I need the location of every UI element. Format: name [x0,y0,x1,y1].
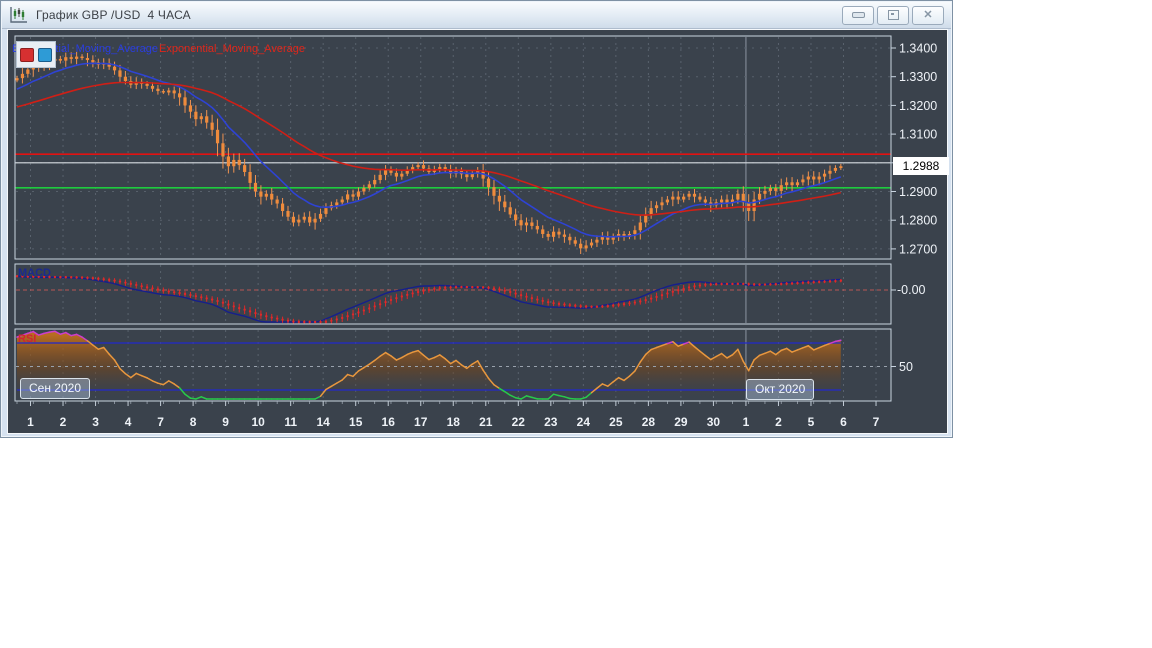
chart-canvas[interactable]: 1.34001.33001.32001.31001.30001.29001.28… [8,30,947,433]
svg-text:1.2700: 1.2700 [899,242,937,256]
svg-text:1.2900: 1.2900 [899,185,937,199]
svg-text:5: 5 [808,415,815,429]
svg-text:3: 3 [92,415,99,429]
restore-icon [887,10,899,20]
svg-text:14: 14 [317,415,331,429]
month-badge-september: Сен 2020 [20,378,90,399]
svg-text:1.3200: 1.3200 [899,99,937,113]
close-button[interactable]: ✕ [912,5,944,25]
svg-text:23: 23 [544,415,558,429]
indicator-chip-toolbar [16,41,56,68]
desktop: График GBP /USD 4 ЧАСА ✕ 1.3400 1.3300 1.3… [0,0,1152,648]
svg-text:28: 28 [642,415,656,429]
svg-text:9: 9 [222,415,229,429]
svg-text:24: 24 [577,415,591,429]
svg-text:16: 16 [382,415,396,429]
svg-text:2: 2 [60,415,67,429]
svg-text:1.3400: 1.3400 [899,42,937,56]
svg-text:25: 25 [609,415,623,429]
svg-text:18: 18 [447,415,461,429]
chart-app-icon [10,7,27,23]
svg-text:8: 8 [190,415,197,429]
minimize-icon [851,12,865,18]
svg-text:-0.00: -0.00 [897,283,926,297]
svg-text:30: 30 [707,415,721,429]
svg-text:7: 7 [873,415,880,429]
red-indicator-chip[interactable] [20,47,34,62]
svg-text:7: 7 [157,415,164,429]
macd-pane-label: MACD [18,267,51,279]
svg-text:17: 17 [414,415,428,429]
blue-indicator-chip[interactable] [38,47,52,62]
window-controls: ✕ [842,5,946,25]
close-icon: ✕ [923,8,933,21]
svg-text:1.3300: 1.3300 [899,70,937,84]
svg-text:4: 4 [125,415,132,429]
month-badge-october: Окт 2020 [746,379,815,400]
current-price-box: 1.2988 [893,157,949,175]
minimize-button[interactable] [842,5,874,25]
titlebar[interactable]: График GBP /USD 4 ЧАСА ✕ [2,2,951,29]
svg-text:21: 21 [479,415,493,429]
svg-text:1.3100: 1.3100 [899,128,937,142]
window-title: График GBP /USD 4 ЧАСА [36,8,191,22]
svg-text:29: 29 [674,415,688,429]
svg-text:1.2800: 1.2800 [899,214,937,228]
svg-text:2: 2 [775,415,782,429]
restore-button[interactable] [877,5,909,25]
svg-text:1: 1 [743,415,750,429]
svg-text:10: 10 [251,415,265,429]
chart-window: График GBP /USD 4 ЧАСА ✕ 1.3400 1.3300 1.3… [0,0,953,438]
svg-text:15: 15 [349,415,363,429]
rsi-pane-label: RSI [18,333,37,345]
svg-text:50: 50 [899,360,913,374]
svg-text:1: 1 [27,415,34,429]
svg-text:6: 6 [840,415,847,429]
svg-text:11: 11 [284,415,297,429]
svg-text:22: 22 [512,415,526,429]
chart-client-area: 1.34001.33001.32001.31001.30001.29001.28… [7,29,949,434]
legend-slow-ma-label: Exponential_Moving_Average [159,43,305,55]
